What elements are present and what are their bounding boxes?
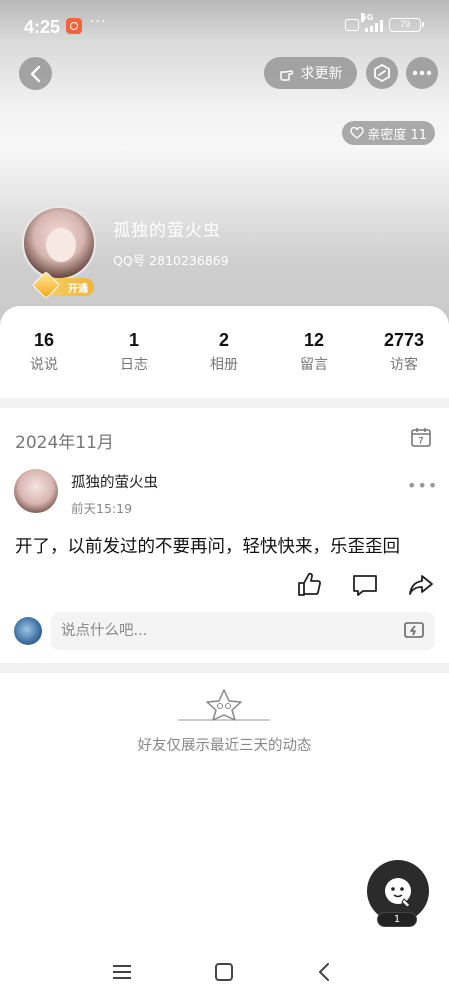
- home-square-icon[interactable]: [212, 960, 236, 984]
- stat-value: 12: [303, 330, 325, 350]
- comment-input[interactable]: 说点什么吧...: [51, 612, 435, 650]
- empty-feed-notice: 好友仅展示最近三天的动态: [137, 738, 312, 754]
- request-update-button[interactable]: 求更新: [264, 57, 357, 89]
- avatar-face: [46, 228, 76, 262]
- stat-value: 2773: [383, 330, 425, 350]
- stats-bar: 16 说说 1 日志 2 相册 12 留言 2773 访客: [0, 306, 449, 398]
- network-type: 5G: [361, 12, 374, 22]
- vip-label: 开通: [68, 283, 88, 295]
- post-timestamp: 前天15:19: [71, 501, 133, 516]
- stat-label: 留言: [300, 357, 328, 373]
- status-time: 4:25: [24, 17, 61, 37]
- more-notifications-icon: ···: [90, 14, 107, 30]
- profile-avatar[interactable]: [22, 206, 96, 280]
- stat-label: 访客: [390, 357, 418, 373]
- floating-count-badge: 1: [377, 912, 417, 927]
- more-dots-icon: [412, 70, 432, 76]
- stat-value: 16: [33, 330, 55, 350]
- stat-value: 1: [128, 330, 139, 350]
- back-triangle-icon[interactable]: [313, 960, 337, 984]
- my-avatar: [14, 617, 42, 645]
- status-right-icons: 5G 79: [345, 12, 424, 32]
- month-header: 2024年11月: [15, 433, 114, 453]
- stat-label: 相册: [210, 357, 238, 373]
- emoji-keyboard-icon[interactable]: [403, 620, 425, 642]
- status-bar: 4:25 ··· 5G 79: [0, 0, 449, 50]
- chevron-left-icon: [30, 65, 40, 82]
- hand-point-icon: [279, 70, 293, 81]
- stat-blog[interactable]: 1 日志: [94, 330, 174, 374]
- request-update-label: 求更新: [300, 66, 343, 82]
- stat-label: 日志: [120, 357, 148, 373]
- qq-number: QQ号 2810236869: [113, 253, 229, 268]
- stat-album[interactable]: 2 相册: [184, 330, 264, 374]
- calendar-day: 7: [418, 436, 423, 446]
- post-more-icon[interactable]: •••: [407, 476, 438, 495]
- stat-value: 2: [218, 330, 229, 350]
- stat-visitors[interactable]: 2773 访客: [364, 330, 444, 374]
- share-arrow-icon[interactable]: [407, 571, 435, 599]
- stat-label: 说说: [30, 357, 58, 373]
- star-mascot-icon: [178, 689, 270, 721]
- shield-button[interactable]: [366, 57, 398, 89]
- vip-open-badge[interactable]: 开通: [31, 270, 94, 300]
- calendar-icon[interactable]: 7: [410, 426, 432, 448]
- back-button[interactable]: [19, 57, 52, 90]
- signal-icon: 5G: [361, 12, 383, 32]
- post-author-name[interactable]: 孤独的萤火虫: [71, 471, 158, 492]
- section-divider: [0, 398, 449, 408]
- more-button[interactable]: [406, 57, 438, 89]
- intimacy-badge[interactable]: 亲密度 11: [342, 121, 435, 145]
- stat-shuoshuo[interactable]: 16 说说: [4, 330, 84, 374]
- stat-messages[interactable]: 12 留言: [274, 330, 354, 374]
- hexagon-icon: [374, 63, 390, 83]
- thumbs-up-icon[interactable]: [296, 571, 324, 599]
- comment-icon[interactable]: [351, 571, 379, 599]
- mascot-icon: [385, 878, 411, 908]
- section-divider: [0, 663, 449, 673]
- post-author-avatar[interactable]: [14, 469, 58, 513]
- battery-icon: 79: [389, 18, 424, 32]
- system-nav-bar: [0, 950, 449, 1000]
- intimacy-label: 亲密度 11: [367, 127, 427, 143]
- hd-call-icon: [345, 19, 359, 31]
- heart-icon: [350, 127, 365, 139]
- profile-nickname: 孤独的萤火虫: [113, 221, 221, 241]
- post-text: 开了，以前发过的不要再问，轻快快来，乐歪歪回: [15, 537, 400, 557]
- menu-icon[interactable]: [110, 960, 134, 984]
- app-notification-icon: [66, 18, 82, 34]
